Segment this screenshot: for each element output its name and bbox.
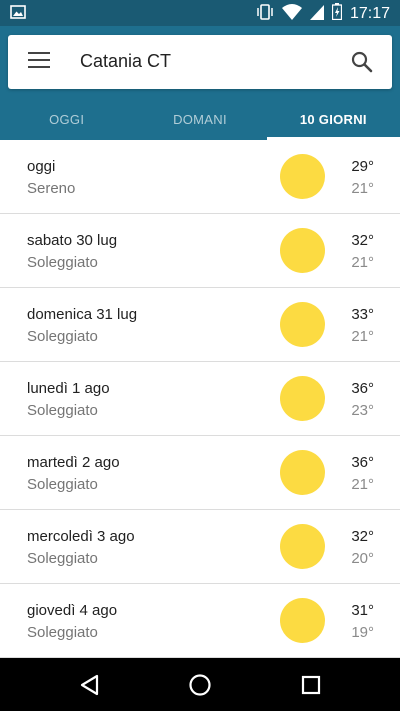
forecast-row[interactable]: domenica 31 lug Soleggiato 33° 21° [0,288,400,362]
status-bar: 17:17 [0,0,400,26]
forecast-low: 19° [351,624,374,641]
battery-icon [331,3,343,25]
wifi-icon [281,3,302,25]
forecast-condition: Soleggiato [27,254,98,271]
search-bar[interactable]: Catania CT [8,35,392,89]
forecast-row[interactable]: mercoledì 3 ago Soleggiato 32° 20° [0,510,400,584]
tab-10-giorni[interactable]: 10 GIORNI [266,98,400,140]
forecast-row[interactable]: giovedì 4 ago Soleggiato 31° 19° [0,584,400,658]
home-icon[interactable] [186,671,214,699]
menu-icon[interactable] [28,52,50,72]
forecast-list[interactable]: oggi Sereno 29° 21° sabato 30 lug Solegg… [0,140,400,658]
forecast-row[interactable]: lunedì 1 ago Soleggiato 36° 23° [0,362,400,436]
forecast-day: lunedì 1 ago [27,380,110,397]
forecast-condition: Soleggiato [27,476,98,493]
forecast-condition: Soleggiato [27,328,98,345]
forecast-high: 29° [351,158,374,175]
tab-domani[interactable]: DOMANI [133,98,266,140]
forecast-day: martedì 2 ago [27,454,120,471]
search-icon[interactable] [350,50,374,74]
forecast-low: 20° [351,550,374,567]
tab-oggi[interactable]: OGGI [0,98,133,140]
sun-icon [280,524,325,569]
forecast-low: 21° [351,180,374,197]
sun-icon [280,302,325,347]
forecast-row[interactable]: sabato 30 lug Soleggiato 32° 21° [0,214,400,288]
forecast-high: 33° [351,306,374,323]
forecast-high: 36° [351,454,374,471]
forecast-condition: Sereno [27,180,76,197]
back-icon[interactable] [76,671,104,699]
forecast-high: 36° [351,380,374,397]
recents-icon[interactable] [297,671,325,699]
sun-icon [280,598,325,643]
forecast-row[interactable]: oggi Sereno 29° 21° [0,140,400,214]
forecast-low: 21° [351,476,374,493]
forecast-day: oggi [27,158,56,175]
signal-icon [309,4,324,25]
forecast-high: 32° [351,528,374,545]
forecast-day: sabato 30 lug [27,232,118,249]
location-text[interactable]: Catania CT [80,51,171,72]
status-icons: 17:17 [256,3,390,25]
app-header: Catania CT OGGI DOMANI 10 GIORNI [0,26,400,140]
image-icon [10,5,26,24]
forecast-condition: Soleggiato [27,402,98,419]
vibrate-icon [256,3,274,25]
forecast-row[interactable]: martedì 2 ago Soleggiato 36° 21° [0,436,400,510]
tab-bar: OGGI DOMANI 10 GIORNI [0,98,400,140]
forecast-day: domenica 31 lug [27,306,138,323]
navigation-bar [0,658,400,711]
clock: 17:17 [349,5,390,22]
forecast-low: 21° [351,328,374,345]
sun-icon [280,376,325,421]
sun-icon [280,450,325,495]
forecast-day: giovedì 4 ago [27,602,118,619]
forecast-condition: Soleggiato [27,624,98,641]
forecast-low: 21° [351,254,374,271]
forecast-low: 23° [351,402,374,419]
forecast-day: mercoledì 3 ago [27,528,135,545]
sun-icon [280,228,325,273]
forecast-high: 31° [351,602,374,619]
forecast-high: 32° [351,232,374,249]
sun-icon [280,154,325,199]
forecast-condition: Soleggiato [27,550,98,567]
